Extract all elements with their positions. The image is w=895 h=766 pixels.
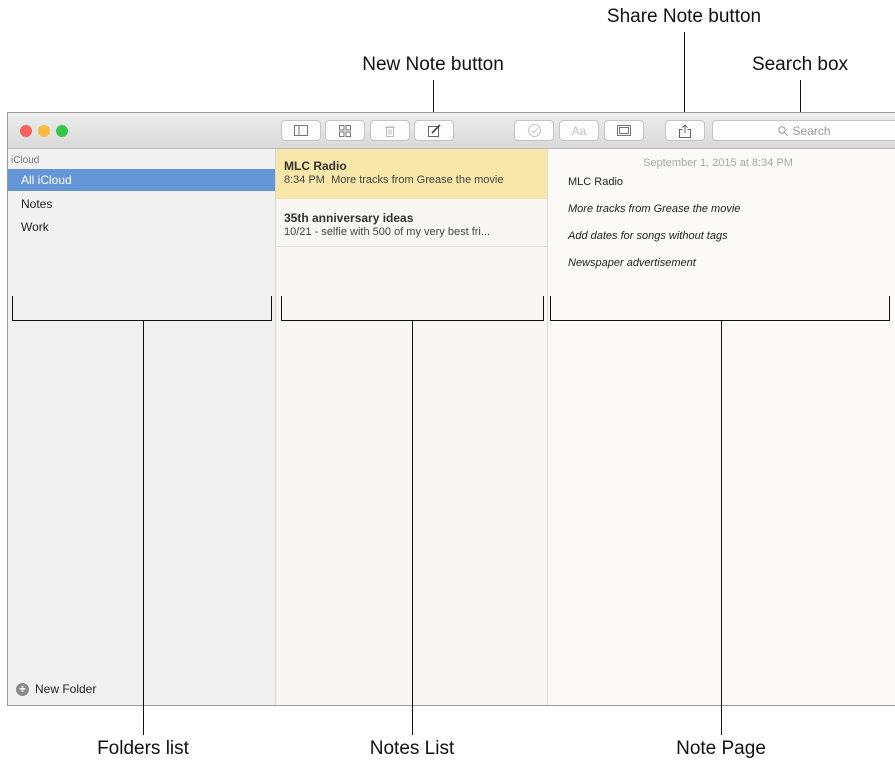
- folder-group-label: iCloud: [11, 155, 40, 166]
- delete-note-button[interactable]: [370, 120, 410, 141]
- close-button[interactable]: [20, 125, 32, 137]
- checklist-icon: [527, 124, 541, 137]
- share-note-callout: Share Note button: [606, 6, 762, 27]
- note-body-title: MLC Radio: [568, 176, 624, 188]
- note-snippet: More tracks from Grease the movie: [331, 174, 504, 186]
- new-folder-label: New Folder: [35, 682, 97, 696]
- folders-list-callout: Folders list: [97, 738, 189, 759]
- share-note-leader: [684, 32, 685, 122]
- note-date: September 1, 2015 at 8:34 PM: [643, 157, 793, 169]
- plus-circle-icon: +: [16, 682, 29, 696]
- trash-icon: [385, 126, 395, 137]
- new-note-button[interactable]: [414, 120, 454, 141]
- share-icon: [679, 123, 691, 138]
- folder-work[interactable]: Work: [8, 216, 275, 238]
- compose-icon: [427, 124, 441, 137]
- note-body-line: Newspaper advertisement: [568, 257, 696, 269]
- format-icon: Aa: [571, 123, 587, 138]
- add-photo-button[interactable]: [604, 120, 644, 141]
- title-bar: Aa Search: [8, 113, 895, 149]
- note-preview: 8:34 PM More tracks from Grease the movi…: [284, 174, 547, 186]
- folder-notes[interactable]: Notes: [8, 193, 275, 215]
- note-list-item[interactable]: 35th anniversary ideas 10/21 - selfie wi…: [276, 201, 547, 247]
- grid-icon: [339, 124, 351, 137]
- zoom-button[interactable]: [56, 125, 68, 137]
- new-note-callout: New Note button: [362, 54, 504, 75]
- note-snippet: - selfie with 500 of my very best fri...: [314, 226, 491, 238]
- note-list-item[interactable]: MLC Radio 8:34 PM More tracks from Greas…: [276, 149, 547, 199]
- note-body-line: Add dates for songs without tags: [568, 230, 728, 242]
- search-placeholder: Search: [792, 123, 831, 138]
- format-button[interactable]: Aa: [559, 120, 599, 141]
- search-input[interactable]: Search: [712, 120, 895, 141]
- note-page-callout: Note Page: [676, 738, 766, 759]
- note-preview: 10/21 - selfie with 500 of my very best …: [284, 226, 547, 238]
- new-folder-button[interactable]: + New Folder: [16, 682, 96, 696]
- minimize-button[interactable]: [38, 125, 50, 137]
- checklist-button[interactable]: [514, 120, 554, 141]
- notes-window: Aa Search iCloud All iCloud Notes Work +…: [7, 112, 895, 706]
- note-title: MLC Radio: [284, 159, 347, 173]
- attachments-browser-button[interactable]: [325, 120, 365, 141]
- note-time: 10/21: [284, 226, 312, 238]
- note-time: 8:34 PM: [284, 174, 325, 186]
- notes-list-callout: Notes List: [369, 738, 455, 759]
- sidebar-icon: [294, 125, 308, 136]
- share-note-button[interactable]: [665, 120, 705, 141]
- note-body-line: More tracks from Grease the movie: [568, 203, 741, 215]
- folders-list: iCloud All iCloud Notes Work + New Folde…: [8, 149, 276, 705]
- media-icon: [617, 125, 631, 136]
- toggle-sidebar-button[interactable]: [281, 120, 321, 141]
- search-icon: [778, 125, 789, 136]
- note-title: 35th anniversary ideas: [284, 211, 414, 225]
- folder-all-icloud[interactable]: All iCloud: [8, 169, 275, 191]
- search-box-callout: Search box: [751, 54, 849, 75]
